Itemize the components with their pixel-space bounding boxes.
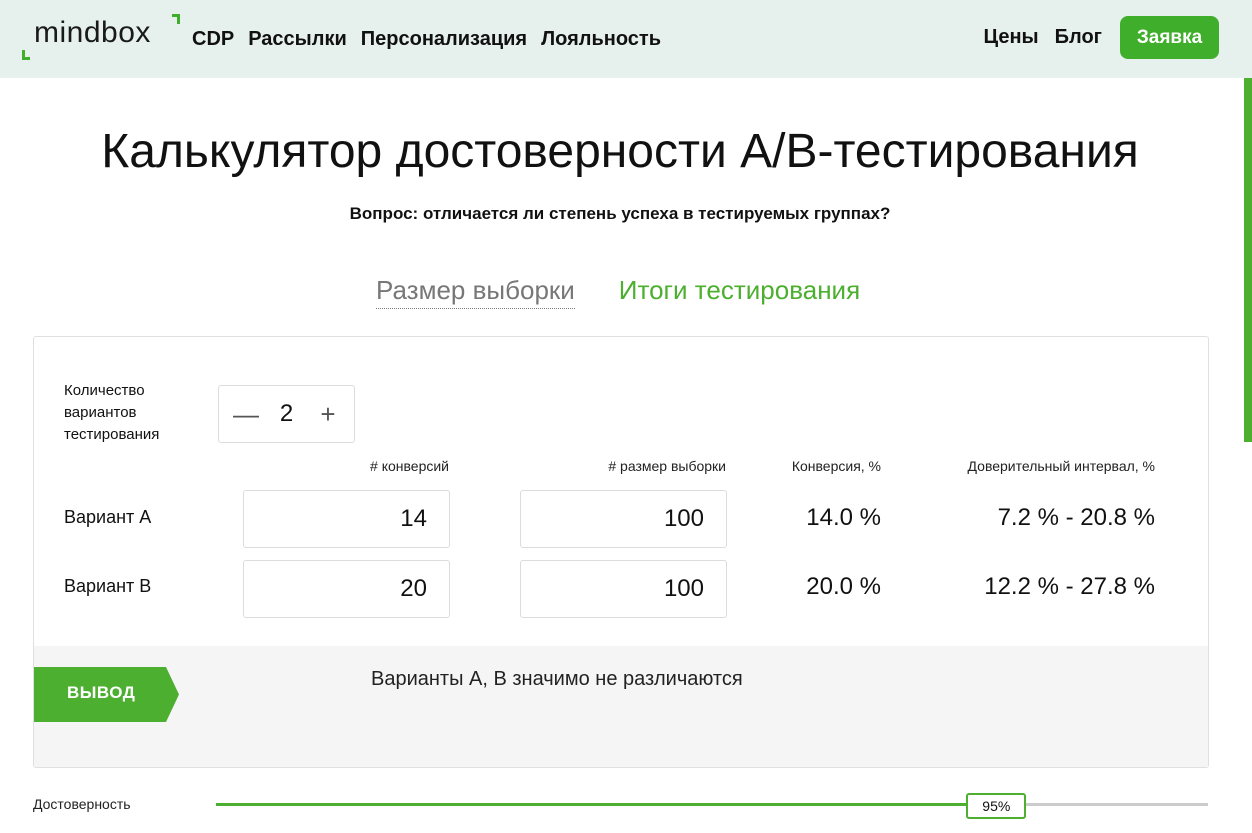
confidence-slider-fill [216, 803, 997, 806]
conclusion-panel [34, 646, 1208, 767]
minus-icon[interactable]: — [233, 399, 259, 430]
column-header-confidence-interval: Доверительный интервал, % [967, 458, 1155, 474]
variant-b-label: Вариант B [64, 576, 152, 596]
variant-a-label: Вариант A [64, 507, 152, 527]
column-header-sample-size: # размер выборки [608, 458, 726, 474]
tab-test-results[interactable]: Итоги тестирования [619, 275, 860, 309]
logo-corner-icon [22, 50, 30, 60]
secondary-nav: Цены Блог [983, 26, 1102, 49]
page-subtitle: Вопрос: отличается ли степень успеха в т… [349, 204, 891, 223]
page-title: Калькулятор достоверности A/B-тестирован… [101, 125, 1139, 178]
variant-a-sample-input[interactable] [520, 490, 727, 548]
main-nav: CDP Рассылки Персонализация Лояльность [192, 28, 661, 51]
variant-b-conversion-rate: 20.0 % [806, 573, 881, 600]
site-header: mindbox CDP Рассылки Персонализация Лоял… [0, 0, 1252, 78]
conclusion-tag-label: ВЫВОД [67, 683, 136, 702]
mindbox-logo[interactable]: mindbox [22, 14, 180, 60]
variant-b-sample-input[interactable] [520, 560, 727, 618]
tab-sample-size[interactable]: Размер выборки [376, 275, 575, 309]
scroll-indicator [1244, 78, 1252, 442]
request-button[interactable]: Заявка [1120, 16, 1219, 59]
nav-item-blog[interactable]: Блог [1055, 26, 1102, 49]
column-header-conversion-rate: Конверсия, % [791, 458, 881, 474]
nav-item-prices[interactable]: Цены [983, 26, 1038, 49]
column-header-conversions: # конверсий [370, 458, 449, 474]
nav-item-personalization[interactable]: Персонализация [361, 28, 527, 51]
variants-count-label: Количество вариантов тестирования [64, 382, 160, 443]
conclusion-text: Варианты A, B значимо не различаются [371, 668, 743, 690]
variant-a-conversion-rate: 14.0 % [806, 504, 881, 531]
conclusion-tag: ВЫВОД [34, 667, 179, 722]
variant-a-confidence-interval: 7.2 % - 20.8 % [997, 504, 1155, 531]
calculator-tabs: Размер выборки Итоги тестирования [376, 275, 860, 309]
nav-item-loyalty[interactable]: Лояльность [541, 28, 661, 51]
logo-text: mindbox [34, 16, 151, 49]
variant-a-conversions-input[interactable] [243, 490, 450, 548]
nav-item-mailings[interactable]: Рассылки [248, 28, 347, 51]
confidence-slider-track[interactable] [216, 803, 1208, 806]
variant-b-conversions-input[interactable] [243, 560, 450, 618]
variants-count-stepper: — 2 + [218, 385, 355, 443]
nav-item-cdp[interactable]: CDP [192, 28, 234, 51]
variant-b-confidence-interval: 12.2 % - 27.8 % [984, 573, 1155, 600]
plus-icon[interactable]: + [316, 399, 340, 430]
confidence-label: Достоверность [33, 796, 131, 812]
logo-corner-icon [172, 14, 180, 24]
confidence-slider-handle[interactable]: 95% [966, 793, 1027, 819]
variants-count-value: 2 [279, 400, 294, 427]
